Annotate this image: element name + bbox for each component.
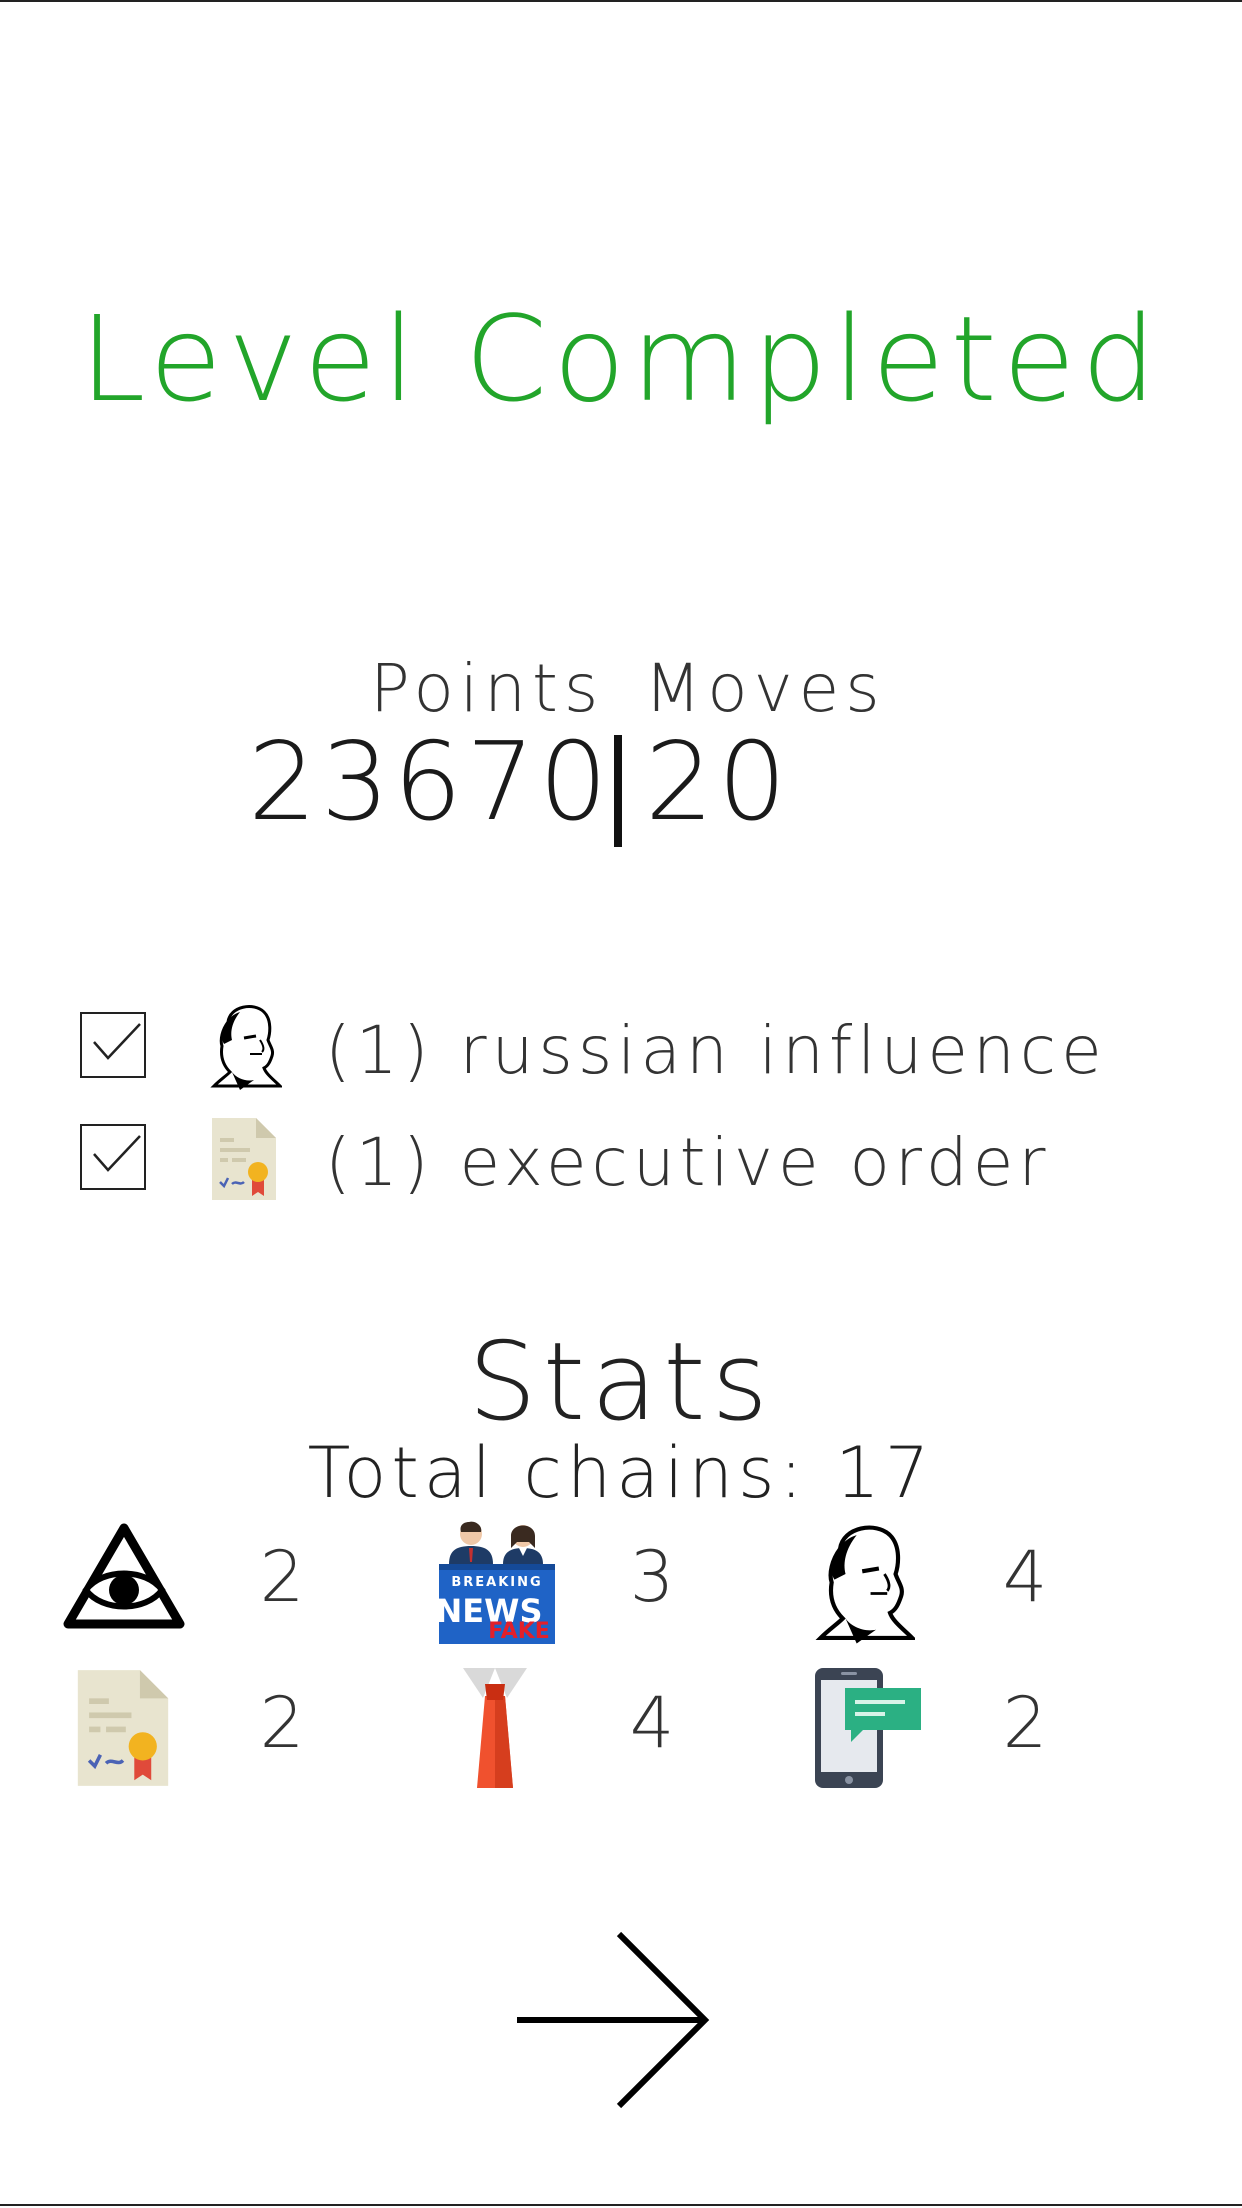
check-icon [93,1023,141,1060]
executive-order-icon [75,1666,195,1786]
goal-text: (1) russian influence [325,1012,1107,1089]
score-divider [614,735,622,847]
stat-count: 2 [259,1682,305,1764]
svg-text:FAKE: FAKE [488,1619,550,1644]
goal-row-executive-order [80,1112,146,1202]
red-tie-icon [455,1666,575,1788]
putin-portrait-icon [210,1000,284,1094]
executive-order-icon [210,1116,278,1206]
stat-count: 2 [259,1536,305,1618]
goal-text: (1) executive order [325,1124,1051,1201]
stat-count: 2 [1002,1682,1048,1764]
stat-count: 3 [629,1536,675,1618]
top-border [0,0,1242,2]
illuminati-eye-icon [62,1520,185,1640]
total-chains: Total chains: 17 [307,1432,935,1514]
moves-value: 20 [645,720,791,845]
svg-text:BREAKING: BREAKING [451,1575,542,1590]
goal-checkbox [80,1124,146,1190]
check-icon [93,1135,141,1172]
points-value: 23670 [248,720,612,845]
stat-count: 4 [629,1682,675,1764]
points-label: Points [370,650,605,727]
stat-count: 4 [1002,1536,1048,1618]
bottom-border [0,2204,1242,2206]
fake-news-icon: BREAKING NEWS FAKE [436,1518,557,1644]
stats-title: Stats [468,1320,774,1445]
score-labels: Points Moves [370,650,886,727]
goal-row-russian-influence [80,1000,146,1090]
putin-portrait-icon [815,1518,935,1644]
level-completed-title: Level Completed [79,290,1163,428]
goal-checkbox [80,1012,146,1078]
moves-label: Moves [644,650,886,727]
next-level-button[interactable] [515,1930,715,2110]
phone-message-icon [813,1666,933,1788]
arrow-right-icon [517,1931,710,2109]
